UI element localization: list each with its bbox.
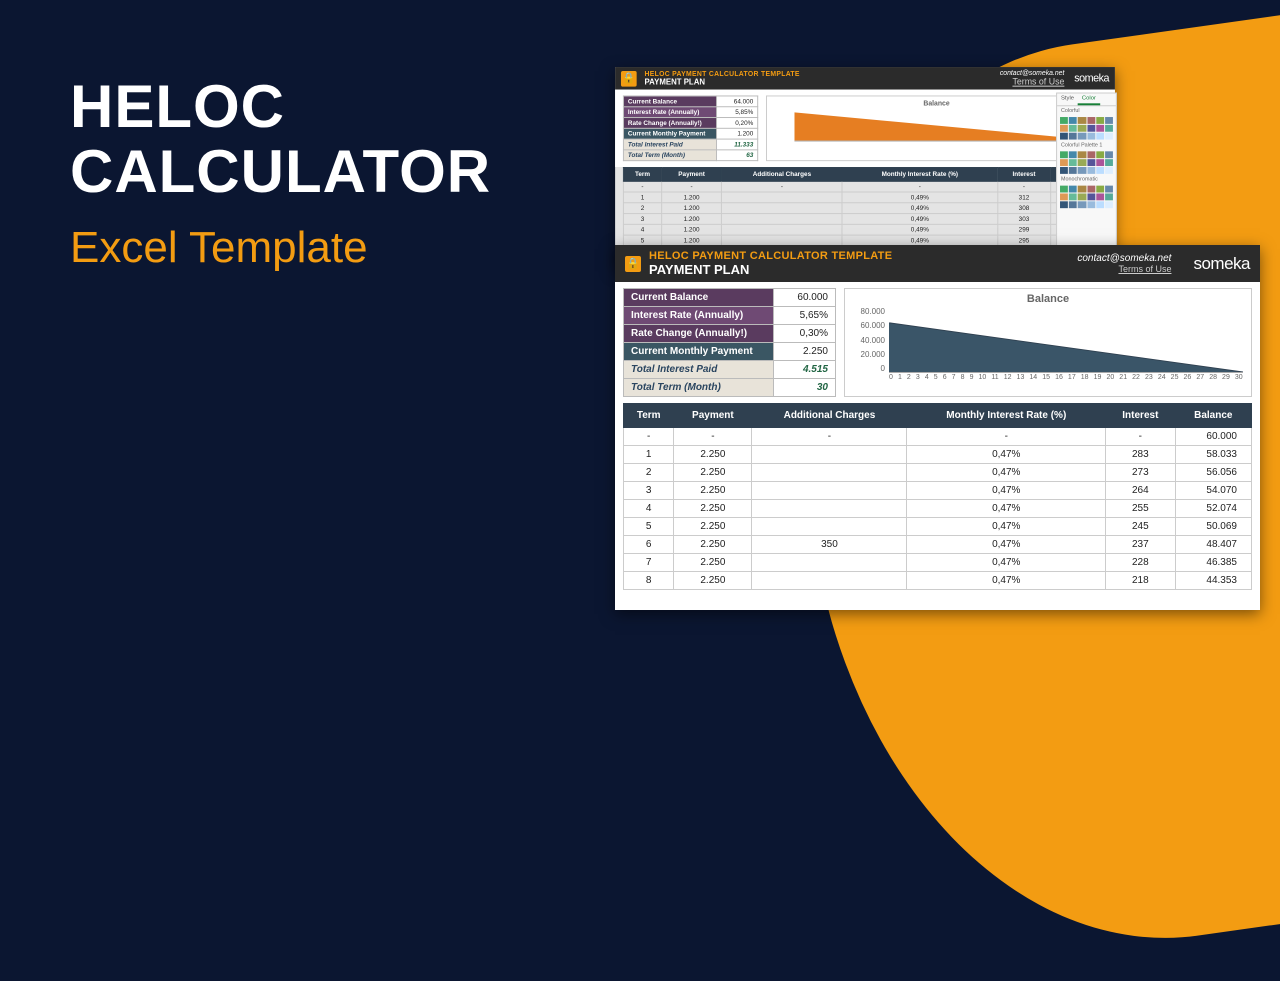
terms-link[interactable]: Terms of Use bbox=[1077, 264, 1171, 274]
param-value: 0,30% bbox=[774, 325, 836, 343]
table-row: 32.2500,47%26454.070 bbox=[624, 482, 1252, 500]
param-label: Total Interest Paid bbox=[624, 361, 774, 379]
table-header: Additional Charges bbox=[722, 168, 843, 182]
param-value: 2.250 bbox=[774, 343, 836, 361]
section-title: PAYMENT PLAN bbox=[649, 262, 892, 277]
table-header: Monthly Interest Rate (%) bbox=[907, 404, 1106, 428]
template-title: HELOC PAYMENT CALCULATOR TEMPLATE bbox=[649, 250, 892, 262]
title-line2: CALCULATOR bbox=[70, 140, 491, 205]
table-row: 42.2500,47%25552.074 bbox=[624, 500, 1252, 518]
table-row: 22.2500,47%27356.056 bbox=[624, 464, 1252, 482]
param-label: Total Term (Month) bbox=[623, 150, 716, 161]
param-label: Total Term (Month) bbox=[624, 379, 774, 397]
brand-logo: someka bbox=[1193, 254, 1250, 274]
param-value: 4.515 bbox=[774, 361, 836, 379]
table-row: 41.2000,49%29960.422 bbox=[623, 224, 1106, 235]
param-value: 60.000 bbox=[774, 289, 836, 307]
param-value: 1.200 bbox=[717, 128, 758, 139]
table-header: Term bbox=[623, 168, 661, 182]
param-label: Current Monthly Payment bbox=[623, 128, 716, 139]
param-value: 11.333 bbox=[717, 139, 758, 150]
table-row: -----64.000 bbox=[623, 181, 1106, 192]
param-label: Current Balance bbox=[623, 96, 716, 107]
sheet-header: 🔒 HELOC PAYMENT CALCULATOR TEMPLATE PAYM… bbox=[615, 67, 1115, 90]
table-header: Monthly Interest Rate (%) bbox=[842, 168, 997, 182]
param-value: 5,65% bbox=[774, 307, 836, 325]
table-row: 11.2000,49%31263.112 bbox=[623, 192, 1106, 203]
table-header: Term bbox=[624, 404, 674, 428]
chart-title: Balance bbox=[851, 293, 1245, 305]
brand-logo: someka bbox=[1074, 72, 1109, 84]
table-header: Interest bbox=[997, 168, 1050, 182]
param-label: Interest Rate (Annually) bbox=[623, 107, 716, 118]
param-label: Rate Change (Annually!) bbox=[624, 325, 774, 343]
balance-chart: Balance 80.00060.00040.00020.0000 012345… bbox=[844, 288, 1252, 397]
input-params-table: Current Balance60.000Interest Rate (Annu… bbox=[623, 288, 836, 397]
amortization-table: TermPaymentAdditional ChargesMonthly Int… bbox=[623, 403, 1252, 590]
table-row: 82.2500,47%21844.353 bbox=[624, 572, 1252, 590]
param-label: Total Interest Paid bbox=[623, 139, 716, 150]
table-header: Interest bbox=[1106, 404, 1175, 428]
table-row: 62.2503500,47%23748.407 bbox=[624, 536, 1252, 554]
terms-link[interactable]: Terms of Use bbox=[1000, 77, 1065, 87]
spreadsheet-preview-back: 🔒 HELOC PAYMENT CALCULATOR TEMPLATE PAYM… bbox=[615, 67, 1115, 268]
table-header: Payment bbox=[662, 168, 722, 182]
param-label: Current Monthly Payment bbox=[624, 343, 774, 361]
table-row: 31.2000,49%30361.323 bbox=[623, 214, 1106, 225]
sheet-header: 🔒 HELOC PAYMENT CALCULATOR TEMPLATE PAYM… bbox=[615, 245, 1260, 282]
palette-tab-style[interactable]: Style bbox=[1057, 94, 1078, 106]
table-row: 52.2500,47%24550.069 bbox=[624, 518, 1252, 536]
param-value: 5,85% bbox=[717, 107, 758, 118]
title-subtitle: Excel Template bbox=[70, 223, 491, 273]
title-line1: HELOC bbox=[70, 75, 491, 140]
table-header: Balance bbox=[1175, 404, 1251, 428]
table-row: -----60.000 bbox=[624, 428, 1252, 446]
param-value: 0,20% bbox=[717, 118, 758, 129]
hero-title: HELOC CALCULATOR Excel Template bbox=[70, 75, 491, 273]
table-row: 12.2500,47%28358.033 bbox=[624, 446, 1252, 464]
lock-icon: 🔒 bbox=[621, 70, 637, 86]
table-header: Payment bbox=[674, 404, 752, 428]
table-row: 72.2500,47%22846.385 bbox=[624, 554, 1252, 572]
input-params-table: Current Balance64.000Interest Rate (Annu… bbox=[623, 95, 758, 161]
param-label: Rate Change (Annually!) bbox=[623, 118, 716, 129]
color-palette-panel[interactable]: Style Color Colorful Colorful Palette 1 … bbox=[1056, 93, 1117, 262]
spreadsheet-preview-front: 🔒 HELOC PAYMENT CALCULATOR TEMPLATE PAYM… bbox=[615, 245, 1260, 610]
param-value: 63 bbox=[717, 150, 758, 161]
lock-icon: 🔒 bbox=[625, 256, 641, 272]
palette-tab-color[interactable]: Color bbox=[1078, 94, 1100, 106]
template-title: HELOC PAYMENT CALCULATOR TEMPLATE bbox=[645, 70, 800, 77]
param-label: Current Balance bbox=[624, 289, 774, 307]
table-header: Additional Charges bbox=[752, 404, 907, 428]
contact-email: contact@someka.net bbox=[1077, 253, 1171, 264]
contact-email: contact@someka.net bbox=[1000, 70, 1065, 77]
section-title: PAYMENT PLAN bbox=[645, 77, 800, 86]
table-row: 21.2000,49%30862.220 bbox=[623, 203, 1106, 214]
param-label: Interest Rate (Annually) bbox=[624, 307, 774, 325]
param-value: 64.000 bbox=[717, 96, 758, 107]
param-value: 30 bbox=[774, 379, 836, 397]
